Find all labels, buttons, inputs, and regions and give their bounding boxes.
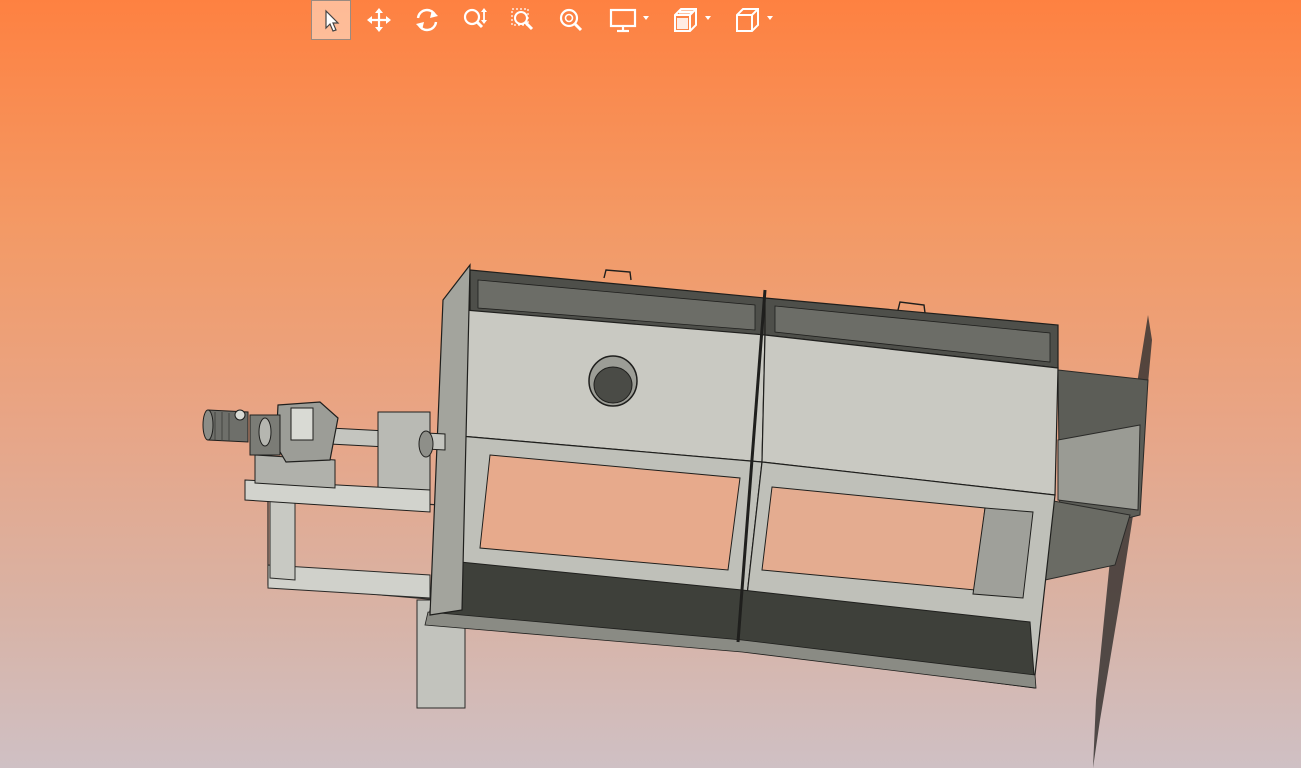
bearing-plate	[377, 411, 431, 501]
machine-assembly-model[interactable]	[0, 0, 1301, 768]
3d-viewport[interactable]	[0, 0, 1301, 768]
lid-handle-1	[603, 269, 632, 281]
